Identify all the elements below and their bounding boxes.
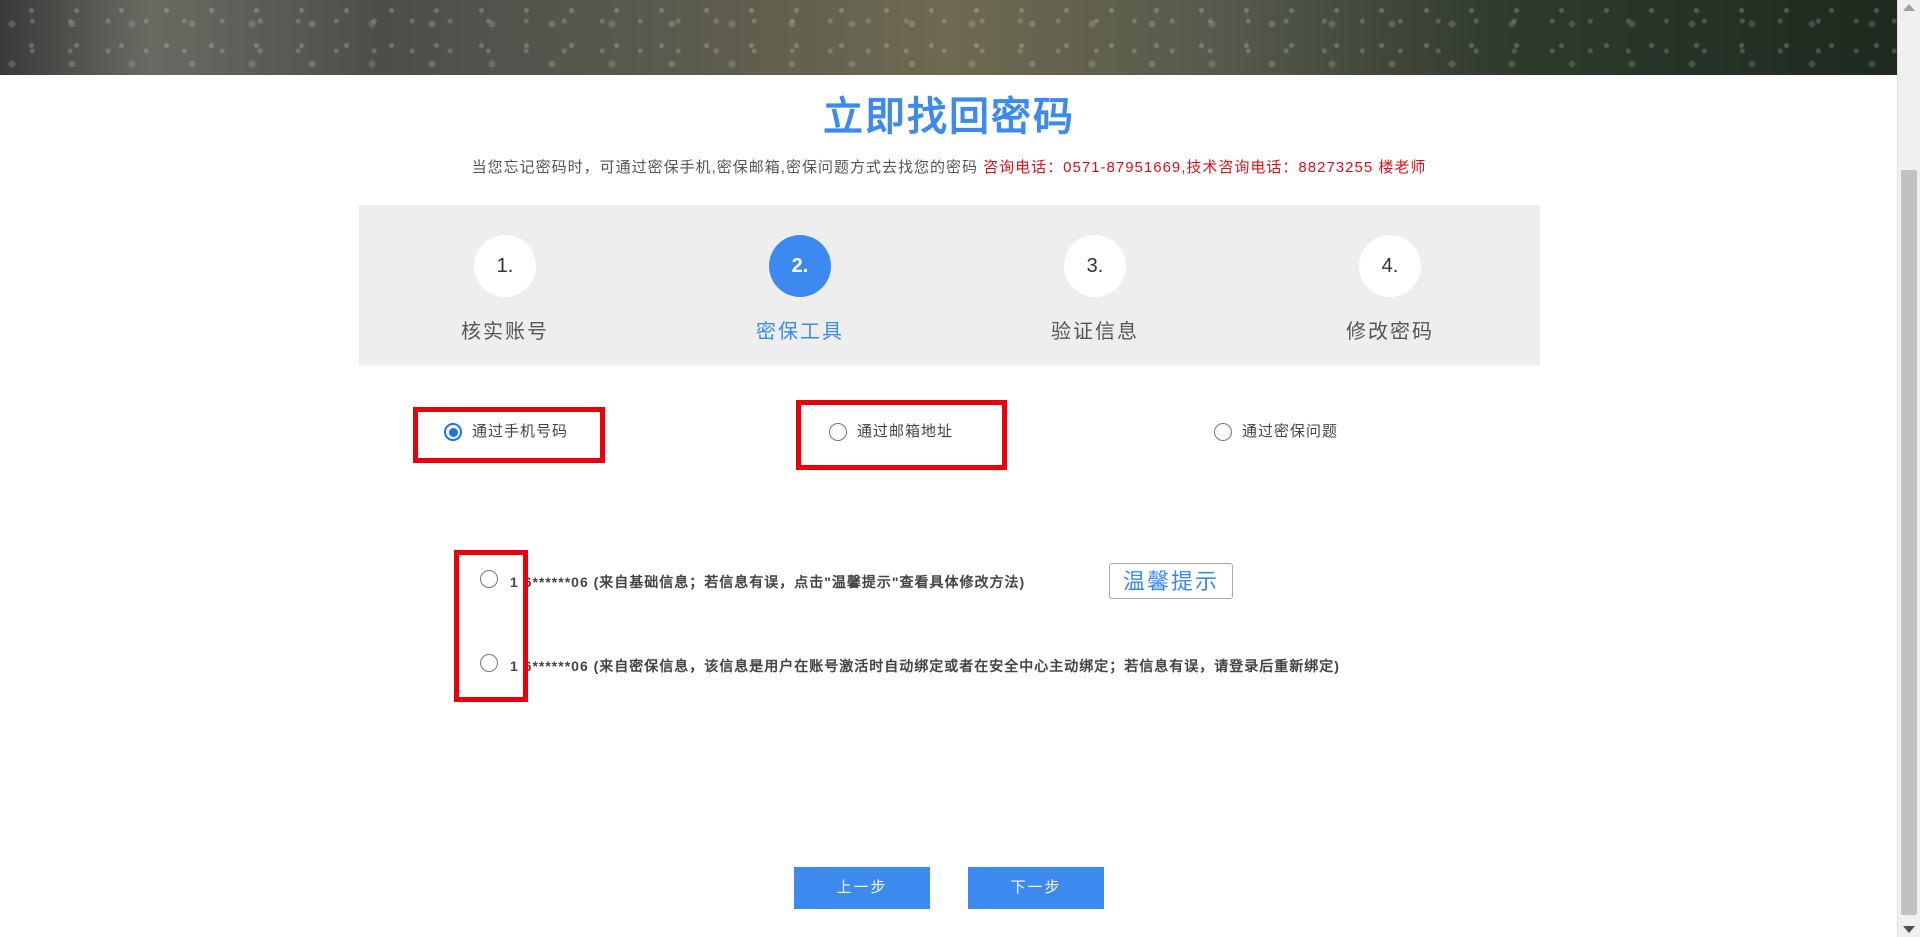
step-2-number: 2. — [769, 235, 831, 297]
next-step-button[interactable]: 下一步 — [968, 867, 1104, 909]
highlight-box-email — [796, 400, 1007, 470]
subtitle-description: 当您忘记密码时，可通过密保手机,密保邮箱,密保问题方式去找您的密码 — [471, 159, 978, 176]
step-3-number: 3. — [1064, 235, 1126, 297]
step-3: 3. 验证信息 — [995, 235, 1195, 344]
step-2-label: 密保工具 — [756, 321, 844, 343]
phone-option-security-label: 1 6******06 (来自密保信息，该信息是用户在账号激活时自动绑定或者在安… — [510, 658, 1340, 674]
highlight-box-phone-options — [454, 550, 528, 702]
prev-step-button[interactable]: 上一步 — [794, 867, 930, 909]
page-subtitle: 当您忘记密码时，可通过密保手机,密保邮箱,密保问题方式去找您的密码 咨询电话：0… — [0, 156, 1898, 177]
highlight-box-phone — [413, 407, 605, 463]
step-progress-bar: 1. 核实账号 2. 密保工具 3. 验证信息 4. 修改密码 — [359, 205, 1540, 365]
phone-option-basic-label: 1 6******06 (来自基础信息；若信息有误，点击"温馨提示"查看具体修改… — [510, 574, 1026, 590]
scroll-down-arrow-icon[interactable] — [1903, 926, 1915, 933]
step-1-number: 1. — [474, 235, 536, 297]
method-question-label: 通过密保问题 — [1242, 423, 1339, 440]
step-1-label: 核实账号 — [461, 321, 549, 343]
step-4-number: 4. — [1359, 235, 1421, 297]
step-3-label: 验证信息 — [1051, 321, 1139, 343]
tip-button[interactable]: 温馨提示 — [1109, 563, 1233, 599]
scrollbar[interactable] — [1897, 0, 1920, 937]
contact-info: 咨询电话：0571-87951669,技术咨询电话：88273255 楼老师 — [977, 159, 1427, 176]
page-title: 立即找回密码 — [823, 95, 1075, 139]
step-4-label: 修改密码 — [1346, 321, 1434, 343]
scroll-up-arrow-icon[interactable] — [1903, 4, 1915, 11]
step-4: 4. 修改密码 — [1290, 235, 1490, 344]
method-question[interactable]: 通过密保问题 — [1214, 420, 1339, 442]
header-banner-image — [0, 0, 1898, 75]
scrollbar-thumb[interactable] — [1901, 170, 1917, 915]
step-1: 1. 核实账号 — [405, 235, 605, 344]
step-2: 2. 密保工具 — [700, 235, 900, 344]
method-question-radio[interactable] — [1214, 423, 1232, 442]
